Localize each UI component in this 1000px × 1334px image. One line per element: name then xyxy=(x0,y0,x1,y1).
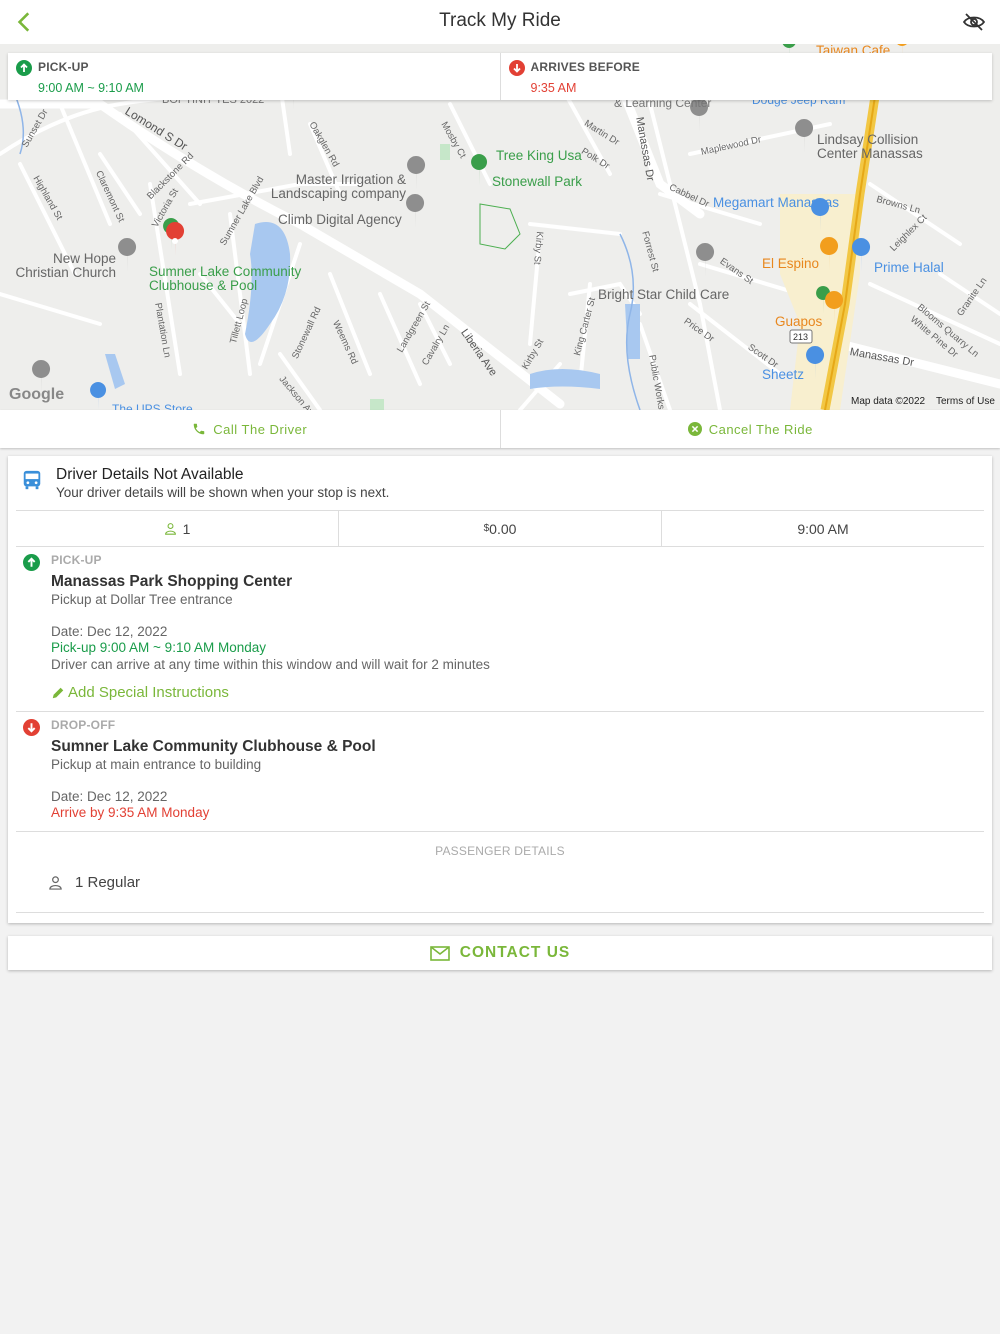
pickup-window: 9:00 AM ~ 9:10 AM xyxy=(38,81,144,95)
add-special-instructions-link[interactable]: Add Special Instructions xyxy=(51,684,229,701)
map-label-prime-halal: Prime Halal xyxy=(874,260,944,275)
cancel-ride-label: Cancel The Ride xyxy=(708,421,813,437)
map-label-new-hope: New Hope Christian Church xyxy=(15,251,116,280)
cancel-ride-button[interactable]: Cancel The Ride xyxy=(499,410,1000,448)
person-icon xyxy=(164,523,176,535)
app-header: Track My Ride xyxy=(0,0,1000,44)
arrive-before-cell: ARRIVES BEFORE 9:35 AM xyxy=(499,53,993,100)
contact-us-button[interactable]: CONTACT US xyxy=(8,936,992,970)
map-label-guapos: Guapos xyxy=(775,314,823,329)
map-label-megamart: Megamart Manassas xyxy=(713,195,840,210)
passenger-count-cell: 1 xyxy=(16,511,338,546)
eye-off-icon[interactable] xyxy=(962,10,986,34)
ride-details-card: Driver Details Not Available Your driver… xyxy=(8,456,992,923)
pickup-stop: PICK-UP Manassas Park Shopping Center Pi… xyxy=(16,552,984,712)
ride-time: 9:00 AM xyxy=(797,520,849,537)
pickup-date: Date: Dec 12, 2022 xyxy=(51,624,168,639)
passenger-details-title: PASSENGER DETAILS xyxy=(435,844,565,858)
pickup-location-name: Manassas Park Shopping Center xyxy=(51,573,293,590)
call-driver-button[interactable]: Call The Driver xyxy=(0,410,500,448)
fare-cell: $0.00 xyxy=(338,511,661,546)
dropoff-note: Pickup at main entrance to building xyxy=(51,757,262,772)
route-shield-label: 213 xyxy=(793,332,809,342)
ride-actions: Call The Driver Cancel The Ride xyxy=(0,410,1000,448)
dropoff-kind-label: DROP-OFF xyxy=(51,718,116,732)
add-special-instructions-label: Add Special Instructions xyxy=(68,684,229,701)
map-label-master-irrigation: Master Irrigation & Landscaping company xyxy=(270,172,406,201)
fare-amount: 0.00 xyxy=(489,520,517,537)
contact-us-label: CONTACT US xyxy=(459,944,571,961)
pencil-icon xyxy=(52,687,64,698)
arrive-before-label: ARRIVES BEFORE xyxy=(530,60,640,74)
driver-status-subtitle: Your driver details will be shown when y… xyxy=(56,485,390,500)
arrow-up-circle-icon xyxy=(16,60,32,76)
pickup-window-cell: PICK-UP 9:00 AM ~ 9:10 AM xyxy=(8,53,500,100)
divider xyxy=(16,912,984,913)
map-label-climb: Climb Digital Agency xyxy=(278,212,402,227)
phone-icon xyxy=(194,423,205,435)
person-icon xyxy=(49,876,62,890)
map-label-stonewall-park: Stonewall Park xyxy=(492,174,583,189)
map-label-sheetz: Sheetz xyxy=(762,367,805,382)
bus-icon xyxy=(23,470,41,490)
divider xyxy=(16,831,984,832)
map-attribution: Map data ©2022 xyxy=(851,396,926,407)
ride-stats: 1 $0.00 9:00 AM xyxy=(16,510,984,547)
time-cell: 9:00 AM xyxy=(661,511,984,546)
passenger-summary-row: 1 Regular xyxy=(48,874,140,891)
google-logo: Google xyxy=(9,386,65,403)
call-driver-label: Call The Driver xyxy=(213,421,308,437)
cancel-circle-icon xyxy=(687,422,702,436)
passenger-count: 1 xyxy=(182,520,191,537)
page-title: Track My Ride xyxy=(439,10,561,31)
pickup-window-detail: Pick-up 9:00 AM ~ 9:10 AM Monday xyxy=(51,640,266,655)
pickup-wait-note: Driver can arrive at any time within thi… xyxy=(51,657,490,672)
pickup-label: PICK-UP xyxy=(38,60,89,74)
map-label-bright-star: Bright Star Child Care xyxy=(598,287,730,302)
dropoff-date: Date: Dec 12, 2022 xyxy=(51,789,168,804)
map-label-lindsay: Lindsay Collision Center Manassas xyxy=(817,132,923,161)
dropoff-stop: DROP-OFF Sumner Lake Community Clubhouse… xyxy=(16,717,984,827)
arrive-before-time: 9:35 AM xyxy=(530,81,577,95)
passenger-summary: 1 Regular xyxy=(75,874,141,891)
mail-icon xyxy=(429,945,450,961)
driver-status-title: Driver Details Not Available xyxy=(56,466,244,483)
divider xyxy=(16,711,984,712)
dropoff-location-name: Sumner Lake Community Clubhouse & Pool xyxy=(51,738,376,755)
pickup-note: Pickup at Dollar Tree entrance xyxy=(51,592,233,607)
ride-time-summary: PICK-UP 9:00 AM ~ 9:10 AM ARRIVES BEFORE… xyxy=(8,53,992,100)
map-label-ups: The UPS Store xyxy=(112,402,193,410)
map-terms-link[interactable]: Terms of Use xyxy=(936,396,995,407)
arrow-down-circle-icon xyxy=(508,60,525,76)
map-label-el-espino: El Espino xyxy=(762,256,820,271)
arrow-down-circle-icon xyxy=(23,719,40,736)
arrow-up-circle-icon xyxy=(23,554,40,571)
dropoff-arrive-detail: Arrive by 9:35 AM Monday xyxy=(51,805,210,820)
map-label-sumner-lake: Sumner Lake Community Clubhouse & Pool xyxy=(149,264,302,293)
map-label-tree-king: Tree King Usa xyxy=(496,148,582,163)
pickup-kind-label: PICK-UP xyxy=(51,553,102,567)
